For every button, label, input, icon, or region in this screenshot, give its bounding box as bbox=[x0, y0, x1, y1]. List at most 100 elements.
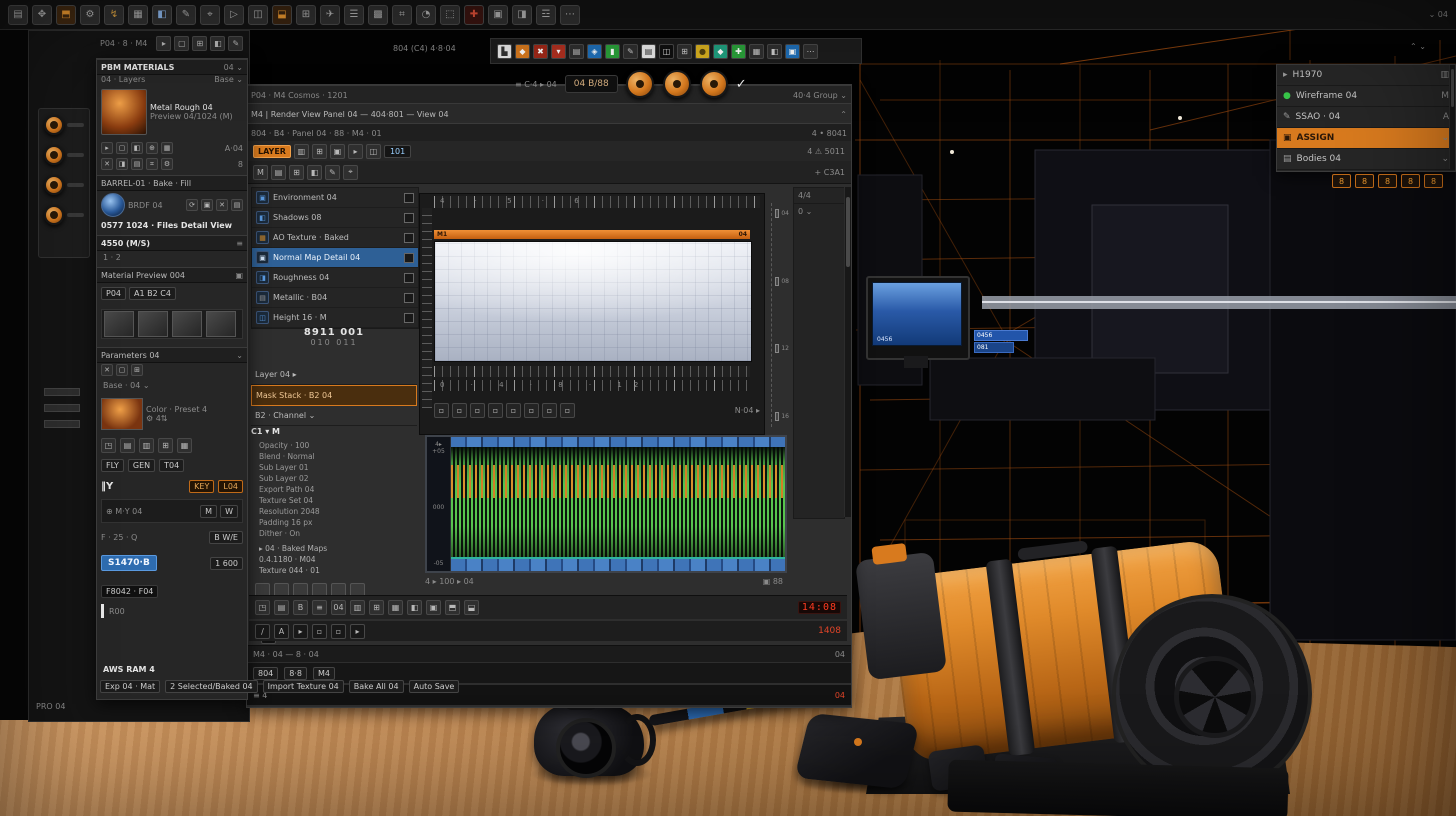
layer-mode-button[interactable]: LAYER bbox=[253, 145, 291, 158]
baked-maps-item[interactable]: 0.4.1180 · M04 bbox=[251, 554, 417, 565]
bottom-action-button[interactable]: Bake All 04 bbox=[349, 680, 404, 693]
transport-icon[interactable]: ◳ bbox=[255, 600, 270, 615]
toolbar-icon[interactable]: ◨ bbox=[512, 5, 532, 25]
toolbar-icon[interactable]: ▾ bbox=[551, 44, 566, 59]
window-collapse-icon[interactable]: ⌃ bbox=[840, 110, 847, 119]
mode-button[interactable]: T04 bbox=[159, 459, 184, 472]
toolbar-icon[interactable]: ✎ bbox=[623, 44, 638, 59]
toolbar-icon[interactable]: ✎ bbox=[325, 165, 340, 180]
bottom-action-button[interactable]: 2 Selected/Baked 04 bbox=[165, 680, 257, 693]
toolbar-icon[interactable]: ⋯ bbox=[803, 44, 818, 59]
dial-knob[interactable] bbox=[44, 145, 64, 165]
toolbar-icon[interactable]: ✎ bbox=[176, 5, 196, 25]
toolbar-icon[interactable]: ▮ bbox=[605, 44, 620, 59]
material-thumbnail[interactable] bbox=[101, 89, 147, 135]
tool-icon[interactable]: ✕ bbox=[101, 158, 113, 170]
orb-action-icon[interactable]: ✕ bbox=[216, 199, 228, 211]
toolbar-icon[interactable]: ◈ bbox=[587, 44, 602, 59]
toolbar-icon[interactable]: ⊞ bbox=[296, 5, 316, 25]
channel-file-item[interactable]: Resolution 2048 bbox=[251, 506, 417, 517]
tool-icon[interactable]: ⚙ bbox=[161, 158, 173, 170]
toolbar2-right-tokens[interactable]: ⌃ ⌄ bbox=[1410, 42, 1426, 51]
edit-icon[interactable]: A bbox=[274, 624, 289, 639]
layer-tree-item[interactable]: ◨ Roughness 04 bbox=[252, 268, 418, 288]
scrollbar-thumb[interactable] bbox=[1451, 69, 1454, 107]
layer-tree-item[interactable]: ▦ AO Texture · Baked bbox=[252, 228, 418, 248]
confirm-check-icon[interactable]: ✓ bbox=[736, 77, 747, 92]
bottom-action-button[interactable]: Import Texture 04 bbox=[263, 680, 344, 693]
toolbar-icon[interactable]: ◧ bbox=[210, 36, 225, 51]
tool-icon[interactable]: ▦ bbox=[161, 142, 173, 154]
channel-file-item[interactable]: Padding 16 px bbox=[251, 517, 417, 528]
property-action[interactable]: ⌄ bbox=[1441, 133, 1449, 143]
toolbar-icon[interactable]: ◧ bbox=[307, 165, 322, 180]
strip-mark[interactable] bbox=[44, 388, 80, 396]
tool-icon[interactable]: ▸ bbox=[101, 142, 113, 154]
toolbar-icon[interactable]: ▷ bbox=[224, 5, 244, 25]
toolbar-icon[interactable]: ▣ bbox=[330, 144, 345, 159]
toolbar-icon[interactable]: ▤ bbox=[271, 165, 286, 180]
fq-button[interactable]: B W/E bbox=[209, 531, 243, 544]
selected-material[interactable]: S1470·B bbox=[101, 555, 157, 571]
toolbar-icon[interactable]: ⬚ bbox=[440, 5, 460, 25]
rotary-knob[interactable] bbox=[663, 70, 691, 98]
marker-handle[interactable] bbox=[775, 209, 779, 218]
preview-btn-p04[interactable]: P04 bbox=[101, 287, 126, 300]
transport-icon[interactable]: ▥ bbox=[350, 600, 365, 615]
toolbar-icon[interactable]: ⬓ bbox=[272, 5, 292, 25]
tool-icon[interactable]: ▢ bbox=[116, 142, 128, 154]
digit-box[interactable]: 8 bbox=[1424, 174, 1443, 188]
toolbar-icon[interactable]: ☲ bbox=[536, 5, 556, 25]
property-action[interactable]: M bbox=[1441, 91, 1449, 101]
toolbar-icon[interactable]: ⊞ bbox=[312, 144, 327, 159]
baked-maps-item[interactable]: ▸ 04 · Baked Maps bbox=[251, 543, 417, 554]
window-right-scrollbar[interactable] bbox=[844, 187, 851, 517]
layer-visibility-checkbox[interactable] bbox=[404, 293, 414, 303]
panel-title-right[interactable]: 04 ⌄ bbox=[224, 63, 243, 72]
toolbar-icon[interactable]: ◧ bbox=[152, 5, 172, 25]
strip-thumbnail[interactable] bbox=[206, 311, 236, 337]
layer-visibility-checkbox[interactable] bbox=[404, 313, 414, 323]
strip-knob-row[interactable] bbox=[44, 145, 84, 165]
toolbar-icon[interactable]: ✚ bbox=[731, 44, 746, 59]
property-row[interactable]: ▸ H1970 ▥ bbox=[1277, 65, 1455, 86]
toolbar-icon[interactable]: ▦ bbox=[749, 44, 764, 59]
transport-icon[interactable]: ⬒ bbox=[445, 600, 460, 615]
strip-mark[interactable] bbox=[44, 404, 80, 412]
toolbar-icon[interactable]: ▸ bbox=[156, 36, 171, 51]
marker-handle[interactable] bbox=[775, 277, 779, 286]
transport-icon[interactable]: ⊞ bbox=[369, 600, 384, 615]
transport-icon[interactable]: ▣ bbox=[426, 600, 441, 615]
tool-icon[interactable]: ⌗ bbox=[146, 158, 158, 170]
transport-icon[interactable]: ≡ bbox=[312, 600, 327, 615]
toolbar-icon[interactable]: ◫ bbox=[659, 44, 674, 59]
property-row[interactable]: ▣ ASSIGN ⌄ bbox=[1277, 128, 1455, 149]
tab-base[interactable]: Base ⌄ bbox=[214, 75, 243, 84]
rotary-knob[interactable] bbox=[626, 70, 654, 98]
spectrogram-body[interactable] bbox=[451, 437, 785, 571]
layer-tree-item[interactable]: ◧ Shadows 08 bbox=[252, 208, 418, 228]
viewport-tool-icon[interactable]: ▫ bbox=[524, 403, 539, 418]
strip-knob-row[interactable] bbox=[44, 205, 84, 225]
toolbar-icon[interactable]: ▥ bbox=[294, 144, 309, 159]
edit-icon[interactable]: ▫ bbox=[331, 624, 346, 639]
digit-box[interactable]: 8 bbox=[1401, 174, 1420, 188]
toolbar-icon[interactable]: ▸ bbox=[348, 144, 363, 159]
toolbar-icon[interactable]: ✈ bbox=[320, 5, 340, 25]
edit-icon[interactable]: ▸ bbox=[293, 624, 308, 639]
digit-box[interactable]: 8 bbox=[1355, 174, 1374, 188]
marker-item[interactable]: 08 bbox=[775, 277, 789, 286]
scrollbar-thumb[interactable] bbox=[846, 197, 850, 267]
toolbar2-right[interactable]: + C3A1 bbox=[815, 168, 845, 177]
edit-icon[interactable]: ∕ bbox=[255, 624, 270, 639]
param-icon[interactable]: ▢ bbox=[116, 364, 128, 376]
layer-visibility-checkbox[interactable] bbox=[404, 213, 414, 223]
property-row[interactable]: ● Wireframe 04 M bbox=[1277, 86, 1455, 107]
toolbar-icon[interactable]: ✥ bbox=[32, 5, 52, 25]
param-icon[interactable]: ⊞ bbox=[131, 364, 143, 376]
toolbar-icon[interactable]: ↯ bbox=[104, 5, 124, 25]
channel-file-item[interactable]: Texture Set 04 bbox=[251, 495, 417, 506]
toolbar-icon[interactable]: ▣ bbox=[488, 5, 508, 25]
bottom-action-button[interactable]: Exp 04 · Mat bbox=[100, 680, 160, 693]
toolbar-icon[interactable]: ⌖ bbox=[343, 165, 358, 180]
